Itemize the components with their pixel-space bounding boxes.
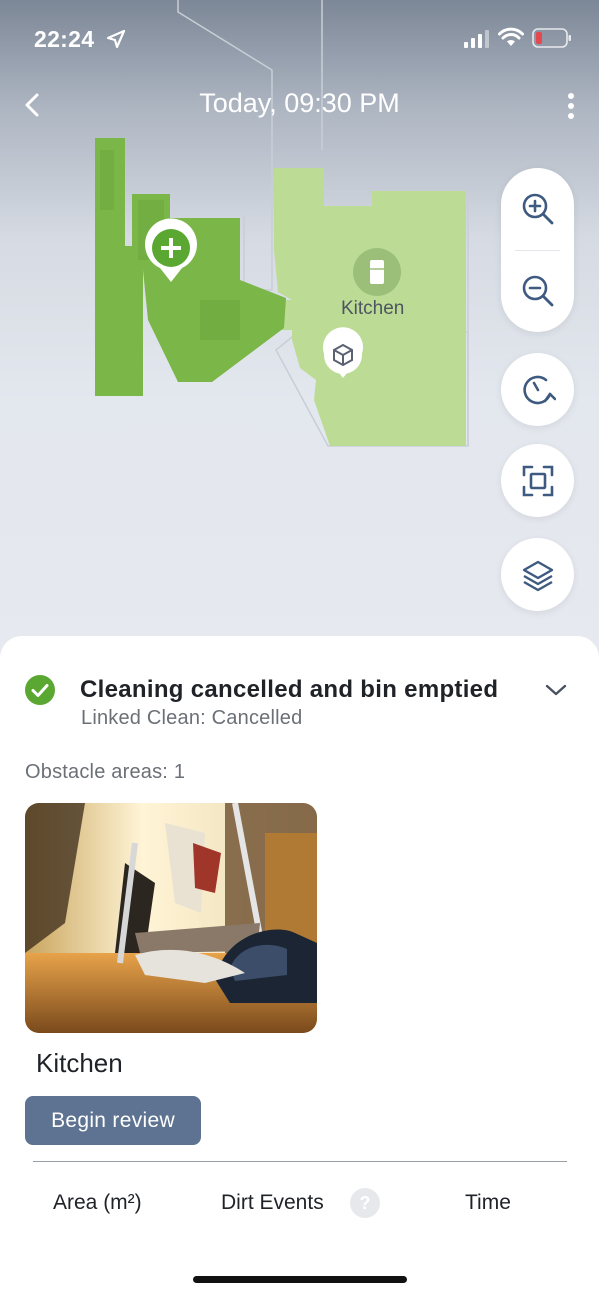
obstacle-room-name: Kitchen xyxy=(36,1048,123,1078)
zoom-out-icon xyxy=(522,275,553,307)
fit-screen-icon xyxy=(522,465,553,496)
status-title: Cleaning cancelled and bin emptied xyxy=(80,676,499,703)
location-arrow-icon xyxy=(106,29,126,49)
stat-dirt-events-label: Dirt Events xyxy=(221,1191,324,1214)
section-divider xyxy=(33,1161,567,1162)
map-area[interactable]: Kitchen 22:24 Today, 09:30 PM xyxy=(0,0,599,660)
zoom-in-button[interactable] xyxy=(501,168,574,250)
fit-map-button[interactable] xyxy=(501,444,574,517)
rotate-map-button[interactable] xyxy=(501,353,574,426)
obstacle-areas-count: Obstacle areas: 1 xyxy=(25,761,186,783)
stat-area-label: Area (m²) xyxy=(53,1191,142,1214)
wifi-icon xyxy=(498,27,524,46)
zoom-in-icon xyxy=(522,193,553,225)
stat-time-label: Time xyxy=(465,1191,511,1214)
status-time: 22:24 xyxy=(34,26,95,52)
map-room-label: Kitchen xyxy=(341,298,405,319)
zoom-controls xyxy=(501,168,574,332)
status-subtitle: Linked Clean: Cancelled xyxy=(81,707,303,729)
zoom-out-button[interactable] xyxy=(501,250,574,332)
map-layers-button[interactable] xyxy=(501,538,574,611)
page-title: Today, 09:30 PM xyxy=(199,88,400,118)
begin-review-button[interactable]: Begin review xyxy=(25,1096,201,1145)
nav-bar: Today, 09:30 PM xyxy=(0,80,599,130)
cellular-signal-icon xyxy=(464,30,489,48)
clean-summary-sheet: Cleaning cancelled and bin emptied Linke… xyxy=(0,636,599,1296)
help-icon[interactable]: ? xyxy=(350,1188,380,1218)
fridge-icon xyxy=(353,248,401,296)
status-bar: 22:24 xyxy=(0,0,599,76)
more-options-button[interactable] xyxy=(556,90,586,122)
layers-icon xyxy=(522,560,553,591)
rotate-icon xyxy=(522,375,556,404)
check-circle-icon xyxy=(25,675,55,705)
battery-low-icon xyxy=(532,28,571,48)
chevron-down-icon[interactable] xyxy=(543,682,569,698)
home-indicator[interactable] xyxy=(193,1276,407,1283)
obstacle-photo[interactable] xyxy=(25,803,317,1033)
